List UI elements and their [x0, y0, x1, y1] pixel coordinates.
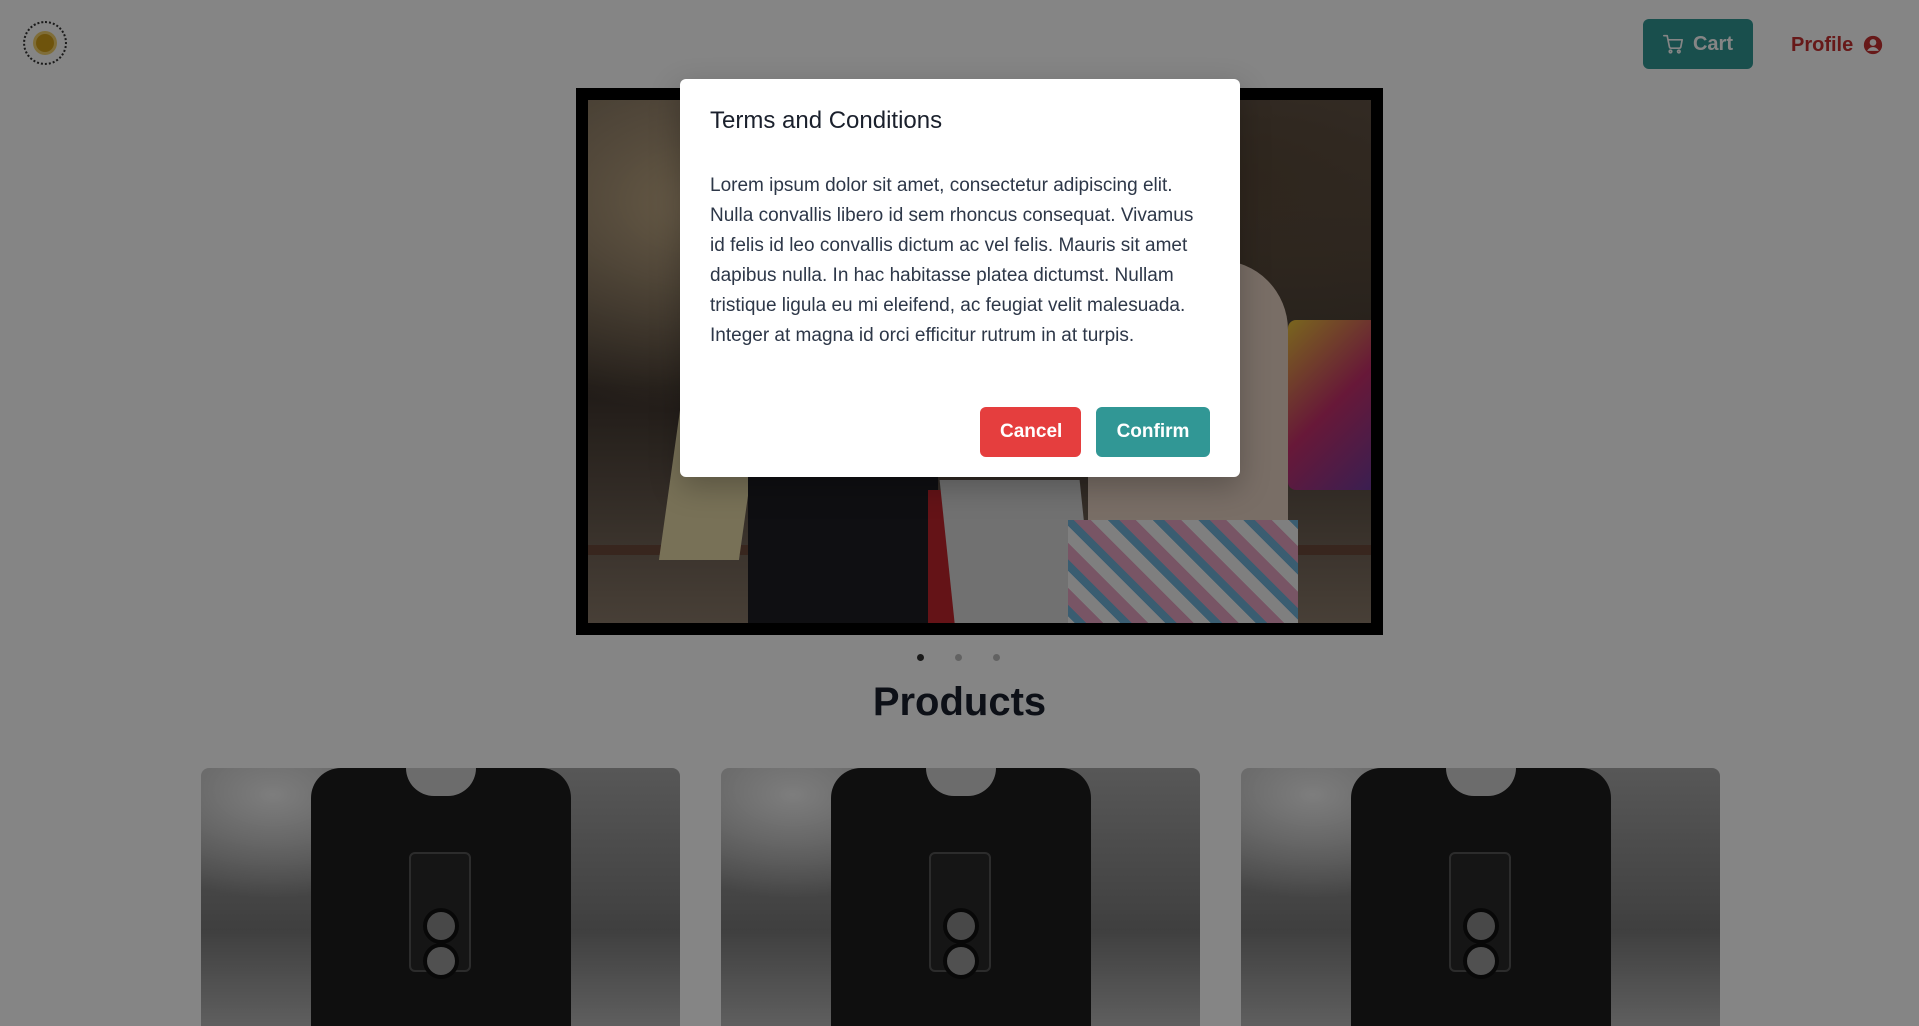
confirm-button[interactable]: Confirm: [1096, 407, 1210, 457]
terms-modal: Terms and Conditions Lorem ipsum dolor s…: [680, 79, 1240, 477]
modal-title: Terms and Conditions: [710, 107, 943, 134]
modal-body-text: Lorem ipsum dolor sit amet, consectetur …: [710, 175, 1194, 346]
cancel-button[interactable]: Cancel: [980, 407, 1081, 457]
modal-actions: Cancel Confirm: [980, 407, 1210, 457]
